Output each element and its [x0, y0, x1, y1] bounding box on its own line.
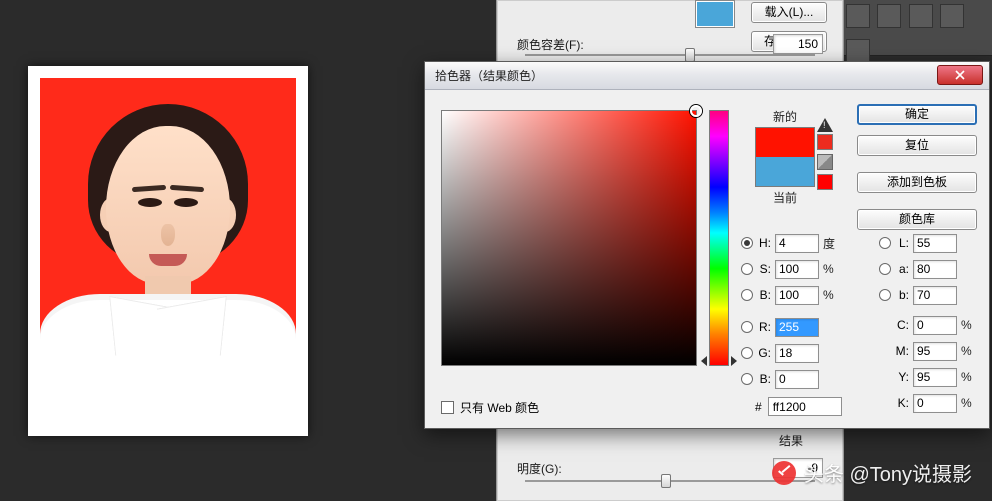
- brightness-input[interactable]: [775, 286, 819, 305]
- websafe-warning-icon[interactable]: [817, 154, 833, 170]
- black-input[interactable]: [913, 394, 957, 413]
- yellow-input[interactable]: [913, 368, 957, 387]
- gamut-warning-icon[interactable]: [817, 118, 833, 132]
- percent-unit: %: [961, 396, 975, 410]
- hue-label: H:: [757, 236, 771, 250]
- fuzziness-input[interactable]: [773, 34, 823, 54]
- hex-prefix: #: [755, 400, 762, 414]
- lab-l-label: L:: [895, 236, 909, 250]
- green-input[interactable]: [775, 344, 819, 363]
- new-color-swatch: [756, 128, 814, 157]
- watermark: 头条 @Tony说摄影: [772, 458, 972, 487]
- sv-cursor[interactable]: [690, 105, 702, 117]
- result-label: 结果: [779, 432, 803, 449]
- web-colors-checkbox[interactable]: [441, 401, 454, 414]
- lightness-label: 明度(G):: [517, 460, 562, 477]
- hue-radio[interactable]: [741, 237, 753, 249]
- brightness-label: B:: [757, 288, 771, 302]
- hue-slider-thumb[interactable]: [731, 356, 737, 366]
- right-dock: [844, 0, 992, 56]
- hue-slider-thumb[interactable]: [701, 356, 707, 366]
- red-input[interactable]: [775, 318, 819, 337]
- hex-input[interactable]: [768, 397, 842, 416]
- dock-icon[interactable]: [909, 4, 933, 28]
- dialog-titlebar[interactable]: 拾色器（结果颜色）: [425, 62, 989, 90]
- degree-unit: 度: [823, 235, 837, 252]
- hue-input[interactable]: [775, 234, 819, 253]
- lab-a-label: a:: [895, 262, 909, 276]
- magenta-input[interactable]: [913, 342, 957, 361]
- black-label: K:: [895, 396, 909, 410]
- brightness-radio[interactable]: [741, 289, 753, 301]
- dock-icon[interactable]: [846, 4, 870, 28]
- dialog-title: 拾色器（结果颜色）: [435, 67, 543, 84]
- blue-label: B:: [757, 372, 771, 386]
- percent-unit: %: [823, 288, 837, 302]
- portrait-eye: [174, 198, 198, 207]
- cyan-input[interactable]: [913, 316, 957, 335]
- gamut-nearest-swatch[interactable]: [817, 134, 833, 150]
- percent-unit: %: [961, 370, 975, 384]
- red-label: R:: [757, 320, 771, 334]
- saturation-value-field[interactable]: [441, 110, 697, 366]
- portrait-nose: [161, 224, 175, 246]
- watermark-text: 头条 @Tony说摄影: [804, 458, 972, 487]
- watermark-icon: [772, 461, 796, 485]
- portrait-eye: [138, 198, 162, 207]
- portrait-mouth: [149, 254, 187, 266]
- red-radio[interactable]: [741, 321, 753, 333]
- percent-unit: %: [823, 262, 837, 276]
- close-icon: [955, 70, 965, 80]
- web-colors-label: 只有 Web 颜色: [460, 399, 539, 416]
- lab-a-radio[interactable]: [879, 263, 891, 275]
- add-swatch-button[interactable]: 添加到色板: [857, 172, 977, 193]
- blue-input[interactable]: [775, 370, 819, 389]
- ok-button[interactable]: 确定: [857, 104, 977, 125]
- yellow-label: Y:: [895, 370, 909, 384]
- dock-icon[interactable]: [940, 4, 964, 28]
- websafe-nearest-swatch[interactable]: [817, 174, 833, 190]
- blue-radio[interactable]: [741, 373, 753, 385]
- fuzziness-label: 颜色容差(F):: [517, 36, 584, 53]
- dock-icon[interactable]: [877, 4, 901, 28]
- saturation-input[interactable]: [775, 260, 819, 279]
- selection-color-swatch[interactable]: [695, 0, 735, 28]
- color-compare-swatch[interactable]: [755, 127, 815, 187]
- reset-button[interactable]: 复位: [857, 135, 977, 156]
- slider-thumb[interactable]: [685, 48, 695, 62]
- slider-thumb[interactable]: [661, 474, 671, 488]
- color-picker-dialog: 拾色器（结果颜色） 新的 当前 确定: [424, 61, 990, 429]
- photo-background: [40, 78, 296, 424]
- lab-b-radio[interactable]: [879, 289, 891, 301]
- green-label: G:: [757, 346, 771, 360]
- lab-b-input[interactable]: [913, 286, 957, 305]
- saturation-radio[interactable]: [741, 263, 753, 275]
- green-radio[interactable]: [741, 347, 753, 359]
- lab-l-radio[interactable]: [879, 237, 891, 249]
- lab-l-input[interactable]: [913, 234, 957, 253]
- document-canvas[interactable]: [28, 66, 308, 436]
- saturation-label: S:: [757, 262, 771, 276]
- percent-unit: %: [961, 344, 975, 358]
- hue-slider[interactable]: [709, 110, 729, 366]
- magenta-label: M:: [895, 344, 909, 358]
- lab-b-label: b:: [895, 288, 909, 302]
- lab-a-input[interactable]: [913, 260, 957, 279]
- close-button[interactable]: [937, 65, 983, 85]
- cyan-label: C:: [895, 318, 909, 332]
- dock-icon[interactable]: [846, 39, 870, 63]
- fuzziness-slider[interactable]: [525, 54, 815, 56]
- load-button[interactable]: 载入(L)...: [751, 2, 827, 23]
- current-color-swatch: [756, 157, 814, 186]
- percent-unit: %: [961, 318, 975, 332]
- color-libraries-button[interactable]: 颜色库: [857, 209, 977, 230]
